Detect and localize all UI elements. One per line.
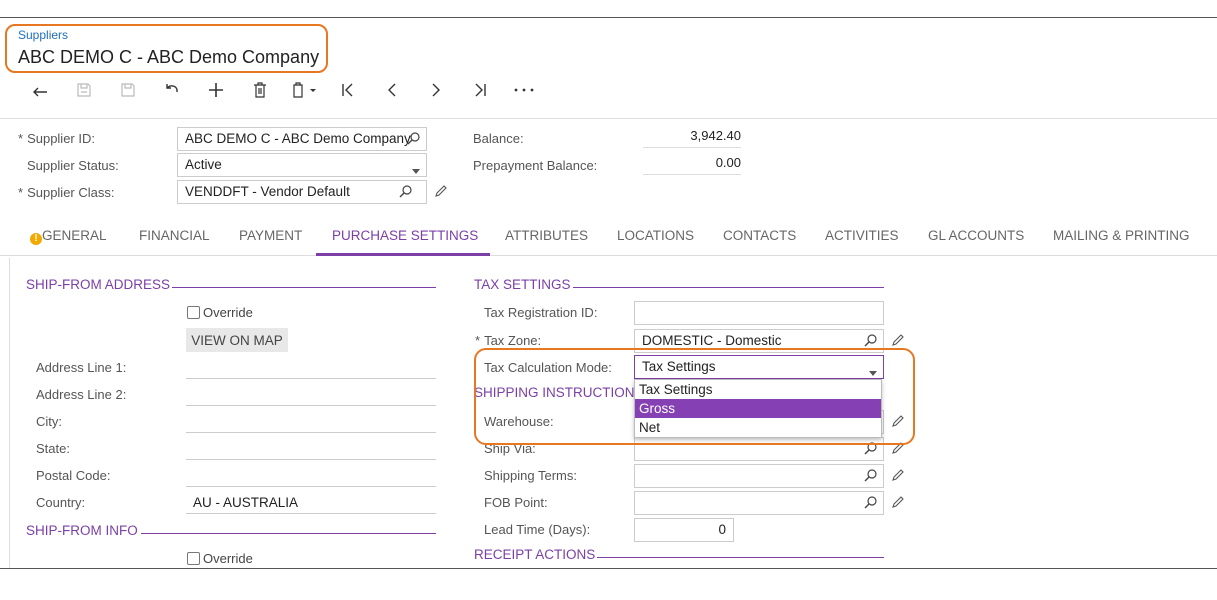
supplier-class-label: * Supplier Class: xyxy=(18,185,115,200)
tab-locations[interactable]: LOCATIONS xyxy=(617,228,694,243)
address-line2-input[interactable] xyxy=(186,405,436,406)
checkbox-box[interactable] xyxy=(187,306,200,319)
active-tab-indicator xyxy=(316,253,490,256)
address-line2-label: Address Line 2: xyxy=(36,387,127,402)
prepayment-balance-label: Prepayment Balance: xyxy=(473,158,598,173)
app-frame: Suppliers ABC DEMO C - ABC Demo Company xyxy=(0,0,1217,569)
postal-code-label: Postal Code: xyxy=(36,468,111,483)
shipping-terms-field[interactable] xyxy=(634,464,884,488)
top-border xyxy=(0,17,1217,18)
state-label: State: xyxy=(36,441,70,456)
search-icon[interactable] xyxy=(864,469,877,485)
edit-pencil-icon[interactable] xyxy=(434,184,448,201)
more-icon[interactable] xyxy=(502,78,546,102)
tax-registration-label: Tax Registration ID: xyxy=(484,305,598,320)
checkbox-box[interactable] xyxy=(187,552,200,565)
search-icon[interactable] xyxy=(407,132,420,148)
search-icon[interactable] xyxy=(864,496,877,512)
supplier-status-select[interactable]: Active xyxy=(177,153,427,177)
ship-from-info-heading: SHIP-FROM INFO xyxy=(26,523,138,538)
country-input-line xyxy=(186,513,436,514)
tab-gl-accounts[interactable]: GL ACCOUNTS xyxy=(928,228,1024,243)
tab-contacts[interactable]: CONTACTS xyxy=(723,228,796,243)
state-input[interactable] xyxy=(186,459,436,460)
address-line1-label: Address Line 1: xyxy=(36,360,127,375)
search-icon[interactable] xyxy=(399,185,412,201)
toolbar xyxy=(18,78,546,102)
view-on-map-button[interactable]: VIEW ON MAP xyxy=(186,328,288,352)
city-input[interactable] xyxy=(186,432,436,433)
tab-activities[interactable]: ACTIVITIES xyxy=(825,228,899,243)
edit-pencil-icon[interactable] xyxy=(891,468,905,485)
undo-icon[interactable] xyxy=(150,78,194,102)
warning-icon: ! xyxy=(30,233,42,245)
edit-pencil-icon[interactable] xyxy=(891,495,905,512)
delete-icon[interactable] xyxy=(238,78,282,102)
back-icon[interactable] xyxy=(18,78,62,102)
supplier-status-label: Supplier Status: xyxy=(27,158,119,173)
supplier-id-label: * Supplier ID: xyxy=(18,131,95,146)
country-value[interactable]: AU - AUSTRALIA xyxy=(193,495,298,510)
section-divider xyxy=(597,557,884,558)
title-callout-highlight xyxy=(5,24,328,73)
add-icon[interactable] xyxy=(194,78,238,102)
country-label: Country: xyxy=(36,495,86,510)
balance-value: 3,942.40 xyxy=(643,128,741,148)
override-address-checkbox[interactable]: Override xyxy=(187,305,253,320)
tax-zone-label: * Tax Zone: xyxy=(475,333,542,348)
section-divider xyxy=(573,287,884,288)
receipt-actions-heading: RECEIPT ACTIONS xyxy=(474,547,596,562)
supplier-class-field[interactable]: VENDDFT - Vendor Default xyxy=(177,180,427,204)
fob-point-field[interactable] xyxy=(634,491,884,515)
supplier-id-field[interactable]: ABC DEMO C - ABC Demo Company xyxy=(177,127,427,151)
address-line1-input[interactable] xyxy=(186,378,436,379)
lead-time-label: Lead Time (Days): xyxy=(484,522,591,537)
tab-purchase-settings[interactable]: PURCHASE SETTINGS xyxy=(332,228,478,243)
chevron-down-icon xyxy=(412,162,420,176)
tab-general[interactable]: ! GENERAL xyxy=(30,228,107,245)
section-divider xyxy=(141,533,436,534)
last-record-icon[interactable] xyxy=(458,78,502,102)
tax-registration-input[interactable] xyxy=(634,301,884,325)
header-separator xyxy=(0,118,1217,119)
tax-mode-callout-highlight xyxy=(474,348,915,445)
fob-point-label: FOB Point: xyxy=(484,495,548,510)
section-divider xyxy=(172,287,436,288)
balance-label: Balance: xyxy=(473,131,524,146)
city-label: City: xyxy=(36,414,62,429)
first-record-icon[interactable] xyxy=(326,78,370,102)
save-icon[interactable] xyxy=(62,78,106,102)
ship-from-address-heading: SHIP-FROM ADDRESS xyxy=(26,277,171,292)
copy-paste-icon[interactable] xyxy=(282,78,326,102)
override-info-checkbox[interactable]: Override xyxy=(187,551,253,566)
tab-mailing-printing[interactable]: MAILING & PRINTING xyxy=(1053,228,1190,243)
lead-time-input[interactable]: 0 xyxy=(634,518,734,542)
previous-record-icon[interactable] xyxy=(370,78,414,102)
tab-bar: ! GENERAL FINANCIAL PAYMENT PURCHASE SETT… xyxy=(0,220,1217,256)
tab-payment[interactable]: PAYMENT xyxy=(239,228,302,243)
tax-settings-heading: TAX SETTINGS xyxy=(474,277,571,292)
postal-code-input[interactable] xyxy=(186,486,436,487)
tab-financial[interactable]: FINANCIAL xyxy=(139,228,210,243)
tab-attributes[interactable]: ATTRIBUTES xyxy=(505,228,588,243)
prepayment-balance-value: 0.00 xyxy=(643,155,741,175)
shipping-terms-label: Shipping Terms: xyxy=(484,468,577,483)
next-record-icon[interactable] xyxy=(414,78,458,102)
save-close-icon[interactable] xyxy=(106,78,150,102)
